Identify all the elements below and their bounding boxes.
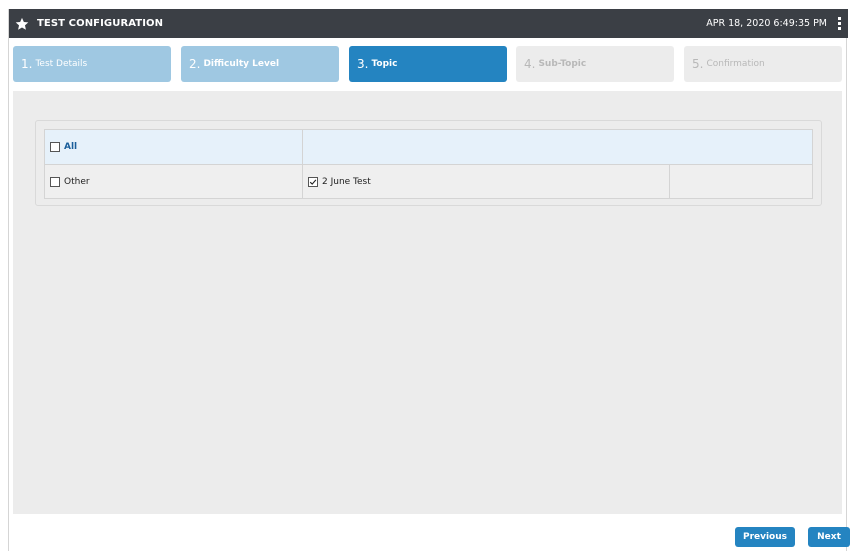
step-topic[interactable]: 3. Topic — [349, 46, 507, 82]
select-all-cell: All — [45, 130, 302, 164]
step-number: 3. — [357, 57, 369, 71]
step-test-details[interactable]: 1. Test Details — [13, 46, 171, 82]
step-label: Difficulty Level — [203, 59, 280, 69]
star-icon — [14, 16, 29, 31]
topic-table-container: All Other 2 June Test — [35, 120, 822, 206]
table-header-row: All — [45, 130, 812, 165]
content-panel: All Other 2 June Test — [13, 91, 842, 514]
step-confirmation[interactable]: 5. Confirmation — [684, 46, 842, 82]
column-divider — [669, 165, 670, 198]
step-number: 5. — [692, 57, 704, 71]
select-all-checkbox[interactable] — [50, 142, 60, 152]
step-sub-topic[interactable]: 4. Sub-Topic — [516, 46, 674, 82]
topic-checkbox-2-june-test[interactable] — [308, 176, 318, 187]
table-row: Other 2 June Test — [45, 165, 812, 198]
step-number: 1. — [21, 57, 33, 71]
datetime-display: APR 18, 2020 6:49:35 PM — [706, 18, 827, 29]
vertical-ellipsis-icon[interactable] — [834, 16, 844, 32]
step-number: 4. — [524, 57, 536, 71]
previous-button[interactable]: Previous — [735, 527, 795, 547]
wizard-steps: 1. Test Details 2. Difficulty Level 3. T… — [13, 46, 843, 82]
step-label: Sub-Topic — [538, 59, 587, 69]
step-number: 2. — [189, 57, 201, 71]
checkmark-icon — [309, 179, 317, 185]
page-title: TEST CONFIGURATION — [37, 18, 164, 29]
next-button[interactable]: Next — [808, 527, 850, 547]
topic-label-2-june-test[interactable]: 2 June Test — [322, 177, 371, 187]
step-label: Confirmation — [706, 59, 765, 69]
title-bar: TEST CONFIGURATION APR 18, 2020 6:49:35 … — [9, 9, 848, 38]
column-divider — [302, 130, 303, 164]
step-label: Test Details — [35, 59, 88, 69]
topic-cell-other: Other — [45, 165, 302, 198]
step-label: Topic — [371, 59, 398, 69]
app-frame: TEST CONFIGURATION APR 18, 2020 6:49:35 … — [8, 9, 850, 551]
topic-label-other[interactable]: Other — [64, 177, 90, 187]
topic-cell-2-june-test: 2 June Test — [303, 165, 669, 198]
step-difficulty-level[interactable]: 2. Difficulty Level — [181, 46, 339, 82]
select-all-label[interactable]: All — [64, 142, 77, 152]
topic-table: All Other 2 June Test — [44, 129, 813, 199]
topic-checkbox-other[interactable] — [50, 176, 60, 187]
